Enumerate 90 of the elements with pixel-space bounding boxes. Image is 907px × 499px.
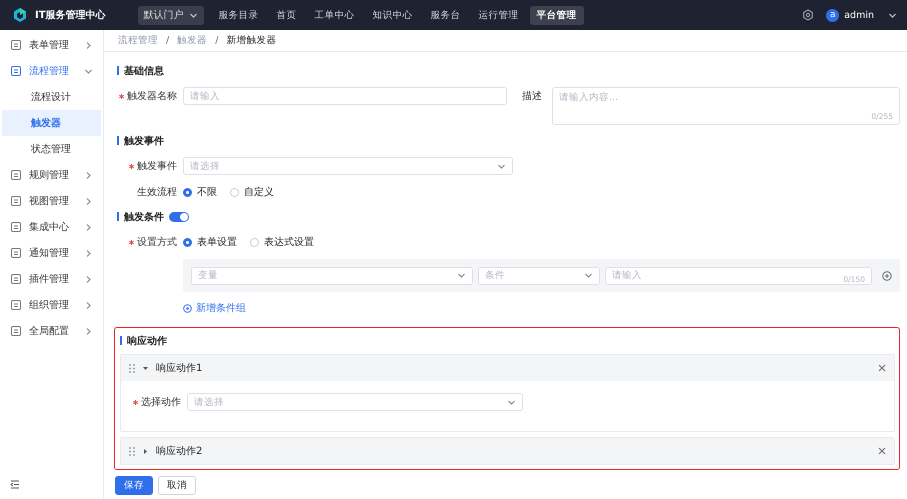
sidebar-item[interactable]: 视图管理: [0, 188, 103, 214]
user-avatar[interactable]: a: [826, 8, 840, 22]
module-icon: [10, 273, 22, 285]
text-field[interactable]: 请输入: [183, 87, 507, 105]
add-circle-icon: [183, 304, 192, 312]
breadcrumb-separator: /: [215, 35, 218, 46]
portal-select[interactable]: 默认门户: [138, 6, 204, 24]
field-label: 触发事件: [137, 160, 177, 173]
field-label: 描述: [522, 90, 542, 103]
chevron-right-icon: [84, 326, 93, 336]
chevron-right-icon: [84, 274, 93, 284]
field-label: 生效流程: [137, 186, 177, 199]
chevron-right-icon: [84, 170, 93, 180]
field-label: 设置方式: [137, 236, 177, 249]
sidebar-item[interactable]: 集成中心: [0, 214, 103, 240]
module-icon: [10, 221, 22, 233]
chevron-right-icon: [84, 248, 93, 258]
section-title: 响应动作: [127, 334, 167, 348]
add-circle-icon[interactable]: [882, 270, 892, 280]
collapse-icon[interactable]: [10, 480, 20, 489]
chevron-down-icon: [584, 271, 593, 280]
sidebar-subitem[interactable]: 流程设计: [2, 84, 101, 110]
module-icon: [10, 247, 22, 259]
card-title: 响应动作2: [156, 444, 202, 458]
sidebar-item[interactable]: 表单管理: [0, 32, 103, 58]
sidebar-item[interactable]: 通知管理: [0, 240, 103, 266]
toggle-switch[interactable]: [169, 212, 189, 222]
drag-handle-icon[interactable]: [129, 364, 135, 372]
sidebar-item[interactable]: 插件管理: [0, 266, 103, 292]
required-icon: [133, 400, 138, 404]
section-title: 基础信息: [124, 64, 164, 78]
settings-icon[interactable]: [802, 9, 814, 21]
required-icon: [129, 240, 134, 244]
app-title: IT服务管理中心: [35, 8, 106, 22]
breadcrumb-separator: /: [166, 35, 170, 46]
cancel-button[interactable]: 取消: [158, 476, 196, 495]
nav-tab[interactable]: 知识中心: [366, 6, 420, 24]
section-marker: [117, 212, 119, 221]
sidebar-subitem[interactable]: 触发器: [2, 110, 101, 136]
radio-option[interactable]: 表达式设置: [250, 233, 314, 251]
section-marker: [120, 336, 122, 345]
radio-option[interactable]: 不限: [183, 183, 217, 201]
sidebar-subitem[interactable]: 状态管理: [2, 136, 101, 162]
chevron-down-icon: [457, 271, 466, 280]
breadcrumb-item: 新增触发器: [226, 34, 276, 47]
required-icon: [129, 164, 134, 168]
chevron-down-icon: [188, 10, 198, 20]
nav-tab[interactable]: 工单中心: [308, 6, 362, 24]
nav-tab[interactable]: 服务目录: [212, 6, 266, 24]
sidebar-item[interactable]: 全局配置: [0, 318, 103, 344]
module-icon: [10, 195, 22, 207]
logo-icon: [12, 7, 28, 23]
module-icon: [10, 299, 22, 311]
chevron-down-icon: [497, 162, 506, 170]
module-icon: [10, 39, 22, 51]
nav-tab[interactable]: 运行管理: [472, 6, 526, 24]
close-icon[interactable]: [878, 364, 886, 372]
radio-option[interactable]: 表单设置: [183, 233, 237, 251]
nav-tab[interactable]: 首页: [270, 6, 304, 24]
chevron-right-icon: [84, 300, 93, 310]
field-label: 选择动作: [141, 396, 181, 409]
chevron-down-icon[interactable]: [888, 10, 897, 20]
chevron-right-icon: [84, 196, 93, 206]
required-icon: [119, 94, 124, 98]
sidebar-item[interactable]: 流程管理: [0, 58, 103, 84]
chevron-right-icon: [84, 222, 93, 232]
save-button[interactable]: 保存: [115, 476, 153, 495]
module-icon: [10, 325, 22, 337]
nav-tab[interactable]: 服务台: [424, 6, 468, 24]
section-title: 触发条件: [124, 210, 164, 224]
nav-tab[interactable]: 平台管理: [530, 6, 584, 24]
sidebar-item[interactable]: 组织管理: [0, 292, 103, 318]
radio-option[interactable]: 自定义: [230, 183, 274, 201]
section-title: 触发事件: [124, 134, 164, 148]
sidebar-item[interactable]: 规则管理: [0, 162, 103, 188]
caret-icon[interactable]: [142, 448, 149, 454]
close-icon[interactable]: [878, 447, 886, 455]
user-name[interactable]: admin: [844, 10, 874, 20]
section-marker: [117, 136, 119, 145]
module-icon: [10, 169, 22, 181]
drag-handle-icon[interactable]: [129, 446, 135, 456]
add-condition-link[interactable]: 新增条件组: [183, 300, 246, 316]
caret-icon[interactable]: [142, 364, 149, 372]
module-icon: [10, 65, 22, 77]
field-label: 触发器名称: [127, 90, 177, 103]
chevron-right-icon: [84, 40, 93, 50]
chevron-down-icon: [84, 66, 93, 76]
chevron-down-icon: [507, 398, 516, 406]
card-title: 响应动作1: [156, 362, 202, 375]
section-marker: [117, 66, 119, 75]
